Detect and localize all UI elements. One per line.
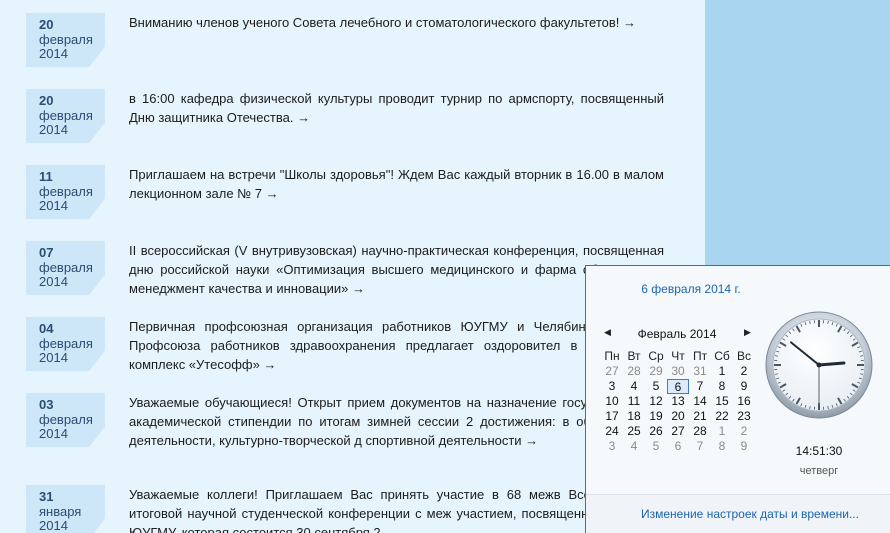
calendar-day[interactable]: 28 <box>623 364 645 379</box>
date-month: февраля <box>39 336 93 351</box>
calendar-day[interactable]: 24 <box>601 424 623 439</box>
date-year: 2014 <box>39 198 68 213</box>
weekday-header: Вт <box>627 349 641 363</box>
calendar-day[interactable]: 20 <box>667 409 689 424</box>
calendar-day[interactable]: 17 <box>601 409 623 424</box>
date-day: 04 <box>39 321 54 336</box>
calendar-day[interactable]: 7 <box>689 439 711 454</box>
calendar-day[interactable]: 27 <box>601 364 623 379</box>
calendar-footer: Изменение настроек даты и времени... <box>586 494 890 533</box>
calendar-day[interactable]: 6 <box>667 379 689 394</box>
calendar-day[interactable]: 23 <box>733 409 755 424</box>
date-badge: 20 февраля 2014 <box>26 89 105 143</box>
date-month: февраля <box>39 412 93 427</box>
calendar-day[interactable]: 25 <box>623 424 645 439</box>
news-link[interactable]: Первичная профсоюзная организация работн… <box>129 317 664 374</box>
calendar-day[interactable]: 2 <box>733 364 755 379</box>
date-badge: 04 февраля 2014 <box>26 317 105 371</box>
calendar-day[interactable]: 27 <box>667 424 689 439</box>
calendar-day[interactable]: 19 <box>645 409 667 424</box>
calendar-day[interactable]: 1 <box>711 424 733 439</box>
calendar-month-label[interactable]: Февраль 2014 <box>616 327 738 341</box>
weekday-header: Чт <box>671 349 685 363</box>
calendar-day[interactable]: 28 <box>689 424 711 439</box>
date-month: февраля <box>39 32 93 47</box>
date-month: февраля <box>39 108 93 123</box>
calendar-day[interactable]: 13 <box>667 394 689 409</box>
news-link[interactable]: Уважаемые коллеги! Приглашаем Вас принят… <box>129 485 664 533</box>
date-badge: 07 февраля 2014 <box>26 241 105 295</box>
weekday-header: Ср <box>648 349 664 363</box>
weekday-name: четверг <box>799 465 839 477</box>
weekday-header: Пн <box>604 349 620 363</box>
date-badge: 31 января 2014 <box>26 485 105 533</box>
calendar-day[interactable]: 7 <box>689 379 711 394</box>
calendar-day[interactable]: 14 <box>689 394 711 409</box>
date-badge: 11 февраля 2014 <box>26 165 105 219</box>
weekday-header: Пт <box>692 349 708 363</box>
next-month-icon[interactable]: ▶ <box>744 327 751 338</box>
calendar-day[interactable]: 8 <box>711 439 733 454</box>
news-link[interactable]: в 16:00 кафедра физической культуры пров… <box>129 89 664 127</box>
calendar-day[interactable]: 30 <box>667 364 689 379</box>
calendar-day[interactable]: 6 <box>667 439 689 454</box>
date-day: 20 <box>39 93 54 108</box>
calendar-day[interactable]: 10 <box>601 394 623 409</box>
news-link[interactable]: Уважаемые обучающиеся! Открыт прием доку… <box>129 393 664 450</box>
date-year: 2014 <box>39 518 68 533</box>
date-day: 11 <box>39 169 53 184</box>
date-day: 20 <box>39 17 54 32</box>
calendar-day[interactable]: 4 <box>623 379 645 394</box>
news-link[interactable]: II всероссийская (V внутривузовская) нау… <box>129 241 664 298</box>
calendar-day[interactable]: 21 <box>689 409 711 424</box>
calendar-day[interactable]: 26 <box>645 424 667 439</box>
current-date-link[interactable]: 6 февраля 2014 г. <box>586 282 796 296</box>
date-year: 2014 <box>39 426 68 441</box>
weekday-header: Сб <box>714 349 730 363</box>
date-month: февраля <box>39 260 93 275</box>
calendar-day[interactable]: 3 <box>601 439 623 454</box>
date-month: января <box>39 504 82 519</box>
date-badge: 20 февраля 2014 <box>26 13 105 67</box>
calendar-day[interactable]: 31 <box>689 364 711 379</box>
date-year: 2014 <box>39 274 68 289</box>
calendar-day[interactable]: 8 <box>711 379 733 394</box>
calendar-day[interactable]: 3 <box>601 379 623 394</box>
calendar-day[interactable]: 2 <box>733 424 755 439</box>
calendar-day[interactable]: 16 <box>733 394 755 409</box>
calendar-day[interactable]: 15 <box>711 394 733 409</box>
prev-month-icon[interactable]: ◀ <box>604 327 611 338</box>
calendar-grid: Пн Вт Ср Чт Пт Сб Вс 27 28 29 30 31 1 2 3 4 5 6 7 8 9 10 11 12 1… <box>601 349 755 454</box>
calendar-day[interactable]: 9 <box>733 379 755 394</box>
date-year: 2014 <box>39 350 68 365</box>
news-link[interactable]: Вниманию членов ученого Совета лечебного… <box>129 13 664 32</box>
calendar-day[interactable]: 1 <box>711 364 733 379</box>
date-year: 2014 <box>39 122 68 137</box>
analog-clock <box>765 311 873 419</box>
date-month: февраля <box>39 184 93 199</box>
date-day: 03 <box>39 397 54 412</box>
calendar-day[interactable]: 18 <box>623 409 645 424</box>
calendar-day[interactable]: 5 <box>645 379 667 394</box>
calendar-day[interactable]: 29 <box>645 364 667 379</box>
calendar-flyout: 6 февраля 2014 г. ◀ Февраль 2014 ▶ Пн Вт С… <box>585 265 890 533</box>
calendar-day[interactable]: 9 <box>733 439 755 454</box>
date-badge: 03 февраля 2014 <box>26 393 105 447</box>
date-year: 2014 <box>39 46 68 61</box>
calendar-day[interactable]: 12 <box>645 394 667 409</box>
news-link[interactable]: Приглашаем на встречи "Школы здоровья"! … <box>129 165 664 203</box>
date-day: 07 <box>39 245 54 260</box>
weekday-header: Вс <box>736 349 751 363</box>
digital-time: 14:51:30 <box>795 444 843 458</box>
calendar-day[interactable]: 22 <box>711 409 733 424</box>
calendar-day[interactable]: 4 <box>623 439 645 454</box>
date-day: 31 <box>39 489 54 504</box>
calendar-day[interactable]: 11 <box>623 394 645 409</box>
calendar-day[interactable]: 5 <box>645 439 667 454</box>
date-time-settings-link[interactable]: Изменение настроек даты и времени... <box>641 507 859 521</box>
